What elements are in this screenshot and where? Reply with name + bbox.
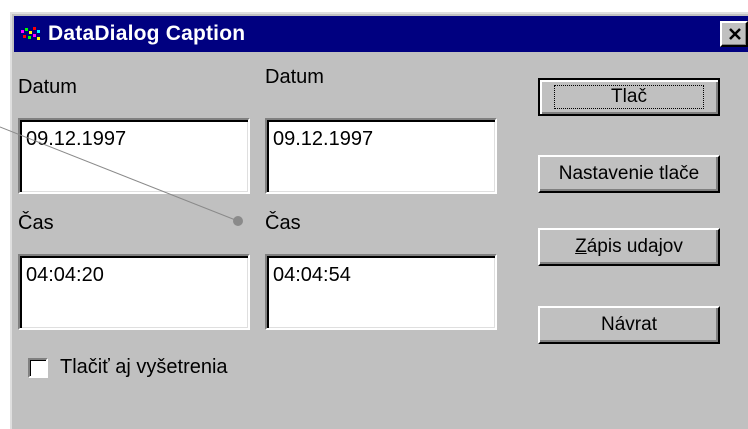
close-button[interactable]	[720, 21, 748, 47]
time-label-2: Čas	[265, 212, 301, 234]
date-label-2: Datum	[265, 66, 324, 88]
write-data-button[interactable]: Zápis udajov	[538, 228, 720, 266]
print-button[interactable]: Tlač	[538, 78, 720, 116]
write-data-accelerator: Z	[575, 236, 587, 257]
close-icon	[729, 28, 741, 40]
data-dialog-window: DataDialog Caption Datum Datum 09.12.199…	[10, 12, 748, 429]
return-label: Návrat	[601, 314, 657, 335]
print-exams-checkbox[interactable]	[28, 358, 48, 378]
window-title: DataDialog Caption	[48, 22, 246, 45]
time-field-2[interactable]: 04:04:54	[265, 254, 497, 330]
date-label-1: Datum	[18, 76, 77, 98]
print-settings-button[interactable]: Nastavenie tlače	[538, 155, 720, 193]
write-data-label: Zápis udajov	[575, 236, 683, 258]
date-field-2[interactable]: 09.12.1997	[265, 118, 497, 194]
print-exams-label[interactable]: Tlačiť aj vyšetrenia	[60, 356, 228, 379]
print-button-label: Tlač	[554, 85, 704, 109]
date-field-1[interactable]: 09.12.1997	[18, 118, 250, 194]
title-bar[interactable]: DataDialog Caption	[14, 16, 748, 52]
time-label-1: Čas	[18, 212, 54, 234]
write-data-label-rest: ápis udajov	[586, 236, 683, 257]
app-multicolor-icon	[20, 26, 42, 42]
time-field-1[interactable]: 04:04:20	[18, 254, 250, 330]
return-button[interactable]: Návrat	[538, 306, 720, 344]
print-settings-label: Nastavenie tlače	[558, 163, 700, 184]
